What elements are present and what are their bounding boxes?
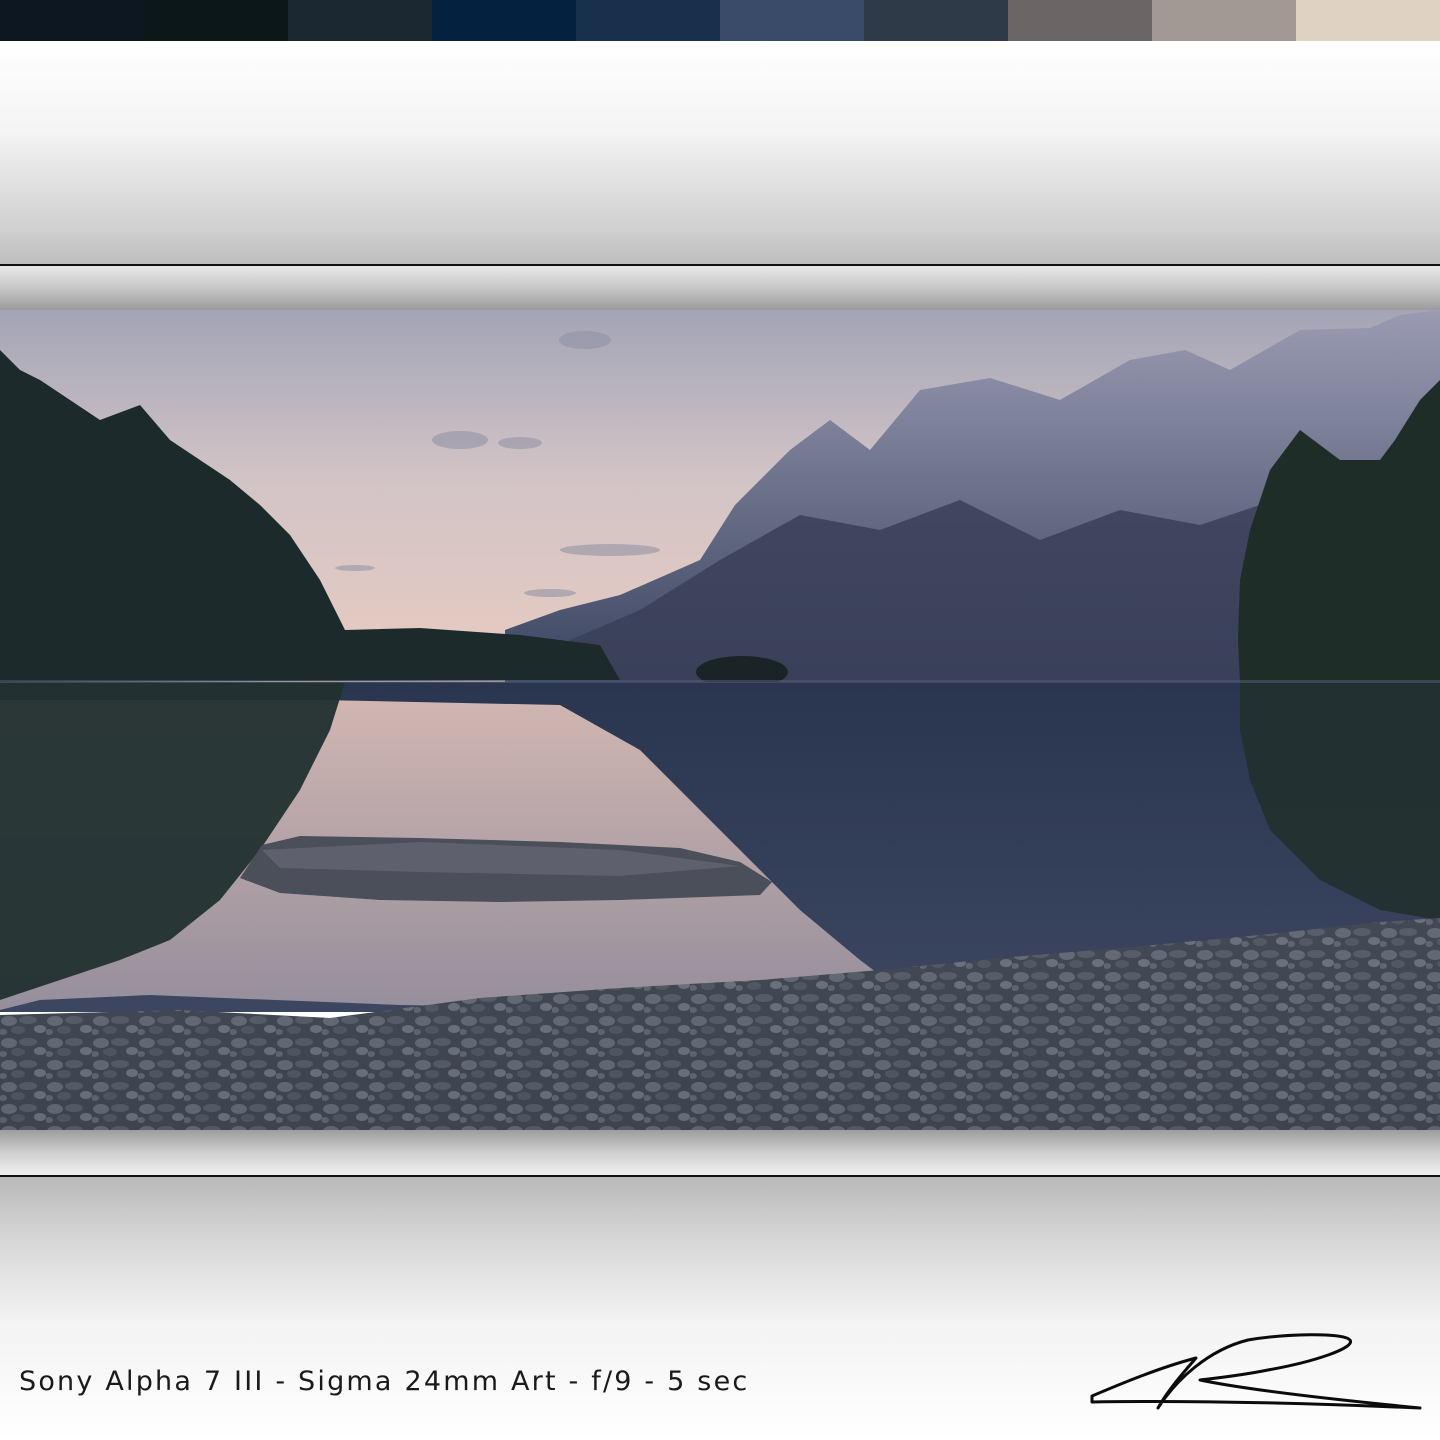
palette-swatch (720, 0, 864, 41)
photographer-signature (1090, 1333, 1422, 1410)
palette-swatch (864, 0, 1008, 41)
camera-settings-caption: Sony Alpha 7 III - Sigma 24mm Art - f/9 … (19, 1366, 750, 1397)
color-palette-strip (0, 0, 1440, 41)
palette-swatch (1152, 0, 1296, 41)
palette-swatch (1008, 0, 1152, 41)
palette-swatch (1296, 0, 1440, 41)
palette-swatch (0, 0, 144, 41)
landscape-photo (0, 310, 1440, 1130)
palette-swatch (576, 0, 720, 41)
photo-frame-bottom (0, 1130, 1440, 1175)
palette-swatch (288, 0, 432, 41)
palette-swatch (432, 0, 576, 41)
top-gradient-band (0, 41, 1440, 265)
palette-swatch (144, 0, 288, 41)
photo-frame-top (0, 266, 1440, 310)
